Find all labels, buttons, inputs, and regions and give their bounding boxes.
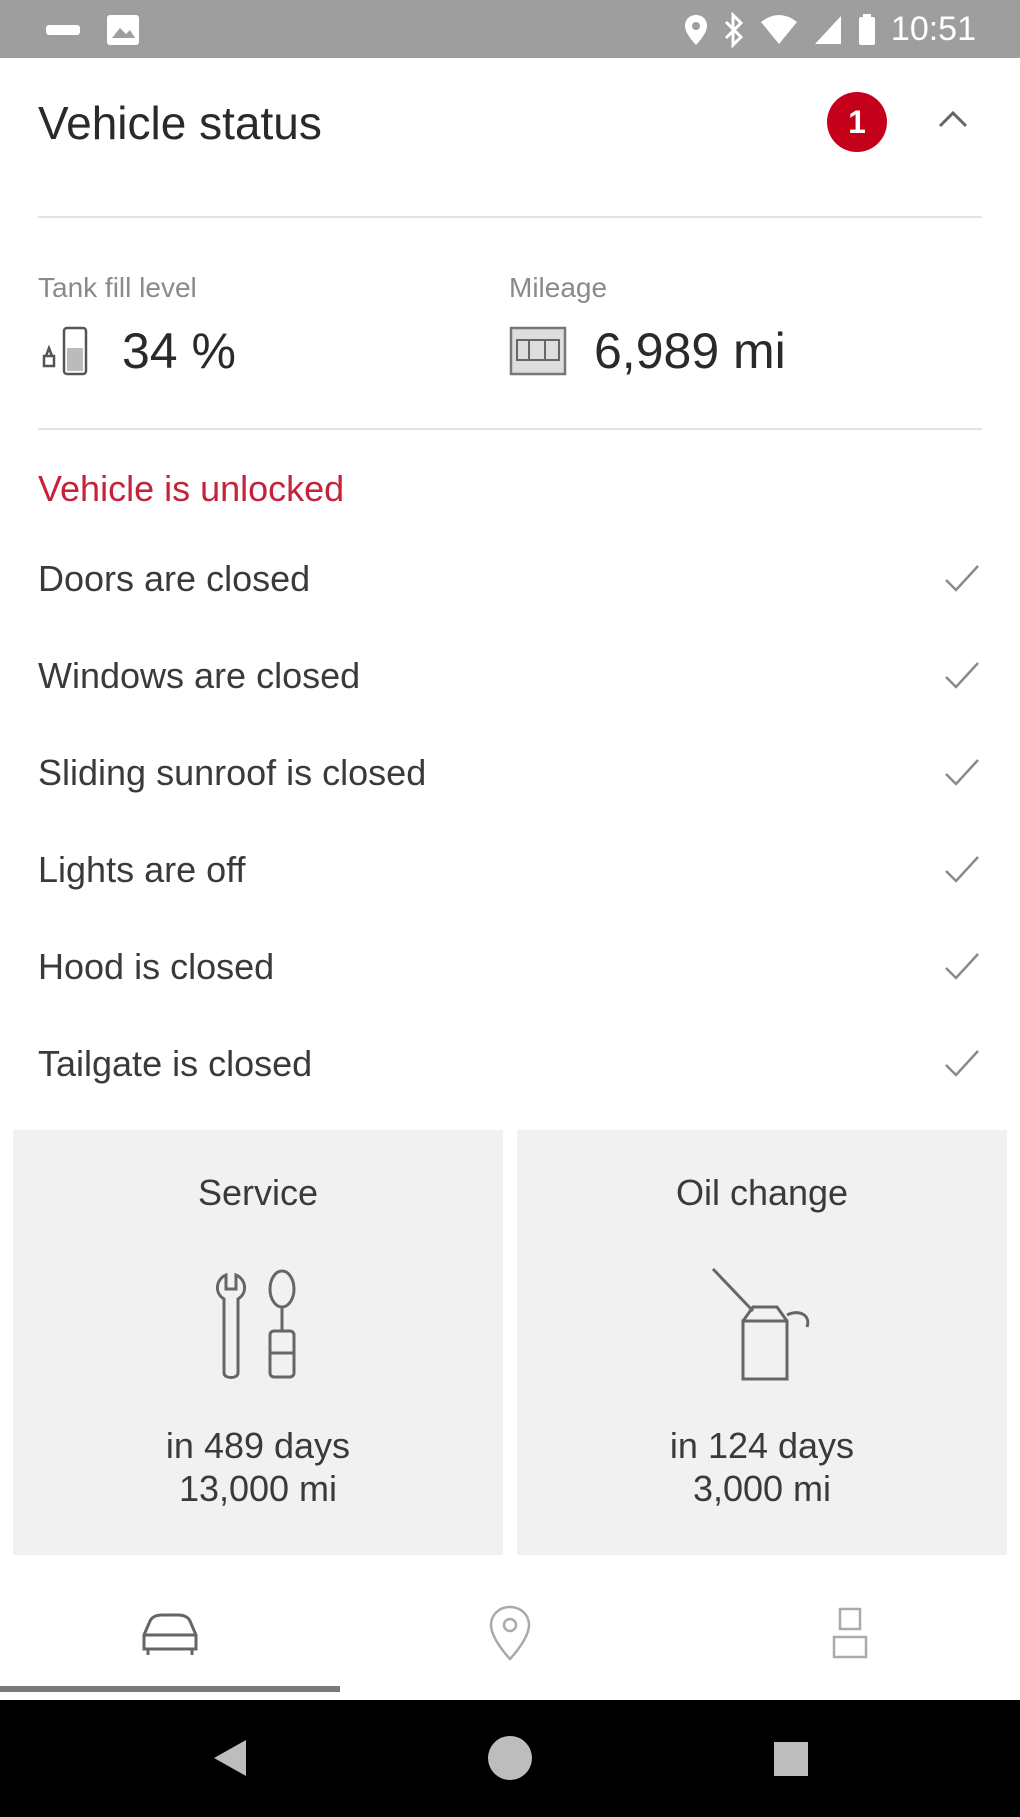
status-row-tailgate: Tailgate is closed [38,1035,982,1095]
nav-tab-vehicle[interactable] [0,1565,340,1700]
notification-dots-icon [46,25,80,35]
oil-days: in 124 days [669,1425,855,1466]
divider [38,428,982,430]
tank-value: 34 % [122,323,236,379]
battery-icon [858,13,875,45]
checkmark-icon [945,856,979,883]
status-text: Hood is closed [38,946,275,987]
cell-signal-icon [814,15,841,44]
status-row-doors: Doors are closed [38,550,982,610]
bluetooth-icon [724,11,744,48]
divider [38,216,982,218]
mileage-label: Mileage [509,272,608,303]
service-days: in 489 days [165,1425,351,1466]
wrench-screwdriver-icon [216,1269,296,1379]
system-navigation-bar [0,1700,1020,1817]
chevron-up-icon[interactable] [930,96,976,142]
bottom-navigation [0,1565,1020,1700]
service-distance: 13,000 mi [178,1468,338,1509]
status-text: Doors are closed [38,558,311,599]
car-icon [142,1613,198,1655]
status-row-sunroof: Sliding sunroof is closed [38,744,982,804]
mileage-value: 6,989 mi [594,323,786,379]
oil-change-card[interactable]: Oil change in 124 days 3,000 mi [517,1130,1007,1555]
location-icon [684,14,707,45]
user-icon [832,1607,868,1658]
checkmark-icon [945,662,979,689]
status-row-lights: Lights are off [38,841,982,901]
image-notification-icon [107,15,139,45]
lock-status: Vehicle is unlocked [38,468,345,509]
status-text: Lights are off [38,849,246,890]
vehicle-status-header[interactable]: Vehicle status 1 [0,58,1020,218]
status-text: Sliding sunroof is closed [38,752,427,793]
nav-tab-location[interactable] [340,1565,680,1700]
home-icon[interactable] [485,1733,535,1783]
wifi-icon [760,14,797,44]
back-icon[interactable] [210,1736,250,1780]
status-row-windows: Windows are closed [38,647,982,707]
tank-label: Tank fill level [38,272,197,303]
status-bar: 10:51 [0,0,1020,58]
checkmark-icon [945,953,979,980]
page-title: Vehicle status [38,97,322,149]
odometer-icon [509,326,567,376]
fuel-pump-icon [42,326,88,376]
status-row-hood: Hood is closed [38,938,982,998]
status-text: Windows are closed [38,655,361,696]
oil-distance: 3,000 mi [692,1468,832,1509]
checkmark-icon [945,1050,979,1077]
active-tab-indicator [0,1686,340,1692]
clock: 10:51 [890,10,976,48]
checkmark-icon [945,565,979,592]
card-title: Oil change [675,1172,849,1213]
recents-icon[interactable] [772,1740,810,1778]
location-pin-icon [489,1605,531,1661]
card-title: Service [197,1172,319,1213]
nav-tab-profile[interactable] [680,1565,1020,1700]
status-text: Tailgate is closed [38,1043,313,1084]
notification-badge: 1 [827,92,887,152]
service-card[interactable]: Service in 489 days 13,000 mi [13,1130,503,1555]
checkmark-icon [945,759,979,786]
oil-can-icon [711,1267,810,1381]
